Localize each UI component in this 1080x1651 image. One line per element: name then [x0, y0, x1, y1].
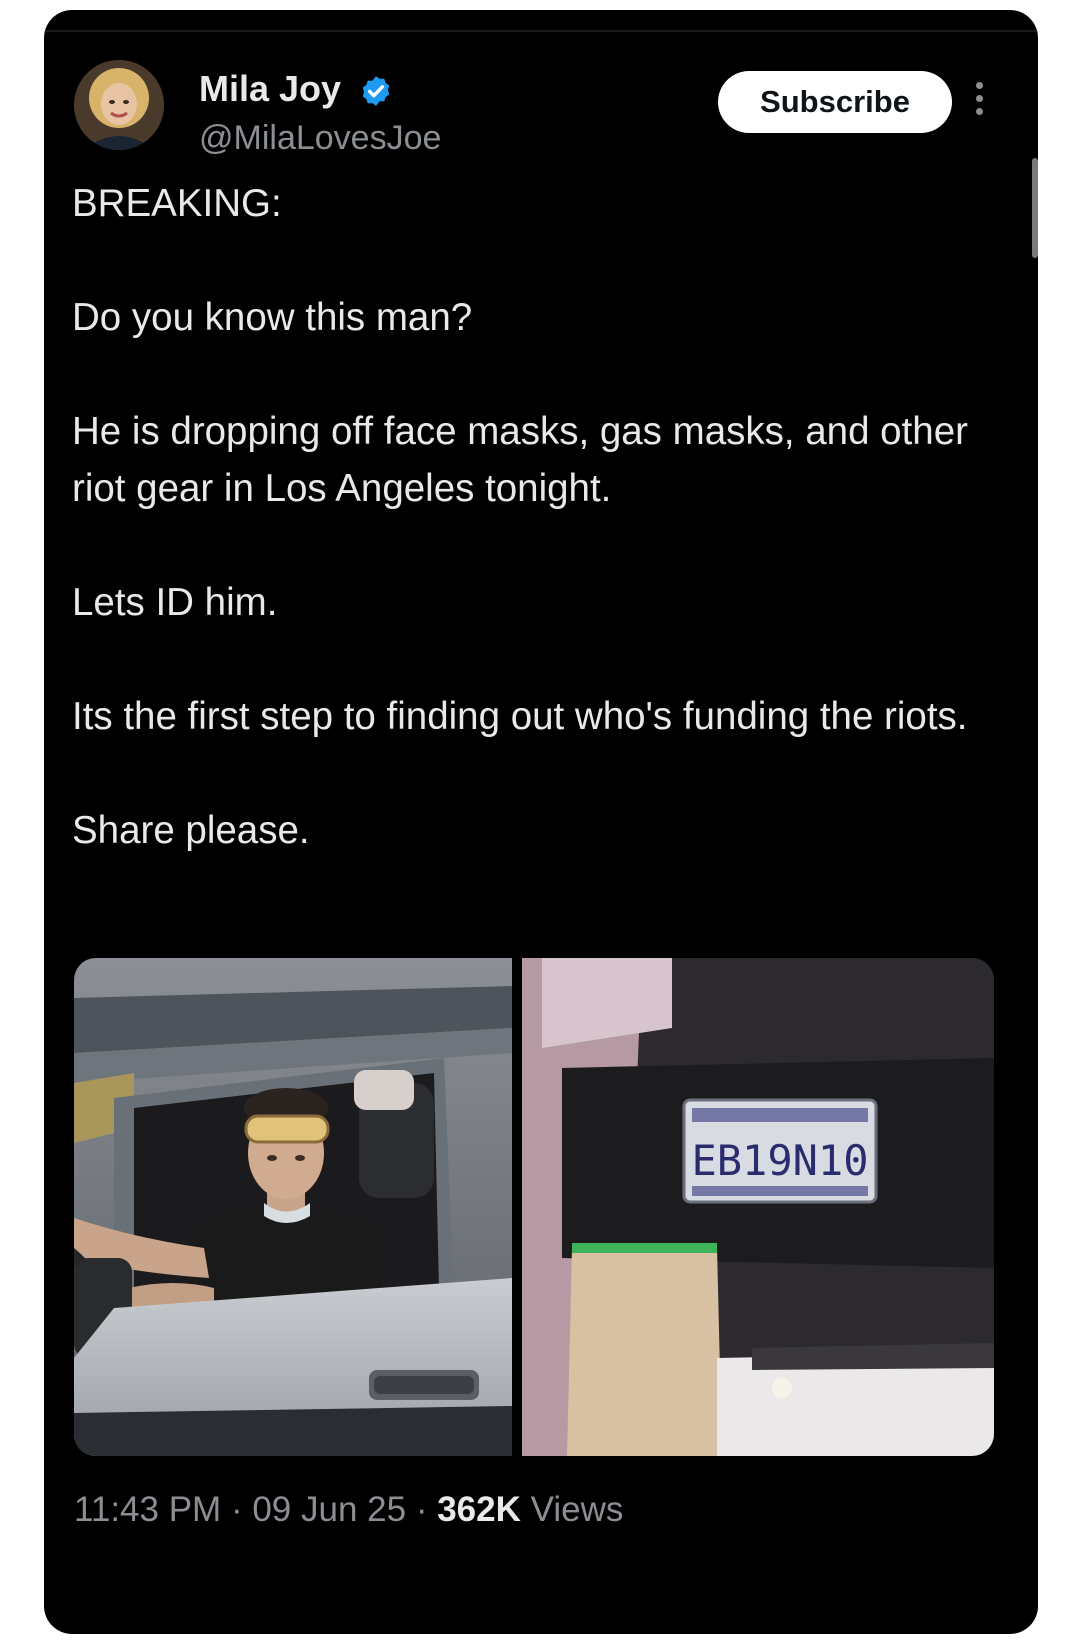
separator: · — [415, 1490, 428, 1529]
subscribe-button[interactable]: Subscribe — [718, 71, 952, 133]
tweet-text: BREAKING: Do you know this man? He is dr… — [72, 175, 992, 859]
tweet-paragraph: BREAKING: — [72, 182, 282, 225]
more-options-icon[interactable] — [964, 82, 994, 128]
handle[interactable]: @MilaLovesJoe — [199, 118, 441, 158]
views-label: Views — [530, 1490, 624, 1529]
tweet-paragraph: Do you know this man? — [72, 296, 473, 339]
photo-driver-image — [74, 958, 512, 1456]
tweet-time[interactable]: 11:43 PM — [74, 1490, 221, 1529]
plate-number: EB19N10 — [691, 1136, 868, 1185]
media-grid: EB19N10 — [74, 958, 994, 1456]
tweet-paragraph: Lets ID him. — [72, 581, 278, 624]
photo-plate-image: EB19N10 — [522, 958, 994, 1456]
verified-badge-icon — [362, 76, 390, 106]
scrollbar[interactable] — [1032, 158, 1038, 258]
tweet-date[interactable]: 09 Jun 25 — [252, 1490, 406, 1529]
display-name[interactable]: Mila Joy — [199, 68, 341, 110]
photo-driver-in-truck[interactable] — [74, 958, 512, 1456]
divider — [44, 30, 1038, 32]
photo-license-plate[interactable]: EB19N10 — [522, 958, 994, 1456]
tweet-paragraph: Share please. — [72, 809, 310, 852]
avatar-image — [74, 60, 164, 150]
tweet-paragraph: Its the first step to finding out who's … — [72, 695, 968, 738]
views-count: 362K — [437, 1490, 521, 1529]
tweet-metadata: 11:43 PM · 09 Jun 25 · 362K Views — [74, 1488, 623, 1532]
tweet-card: Mila Joy @MilaLovesJoe Subscribe BREAKIN… — [44, 10, 1038, 1634]
avatar[interactable] — [74, 60, 164, 150]
separator: · — [230, 1490, 243, 1529]
tweet-paragraph: He is dropping off face masks, gas masks… — [72, 410, 968, 510]
